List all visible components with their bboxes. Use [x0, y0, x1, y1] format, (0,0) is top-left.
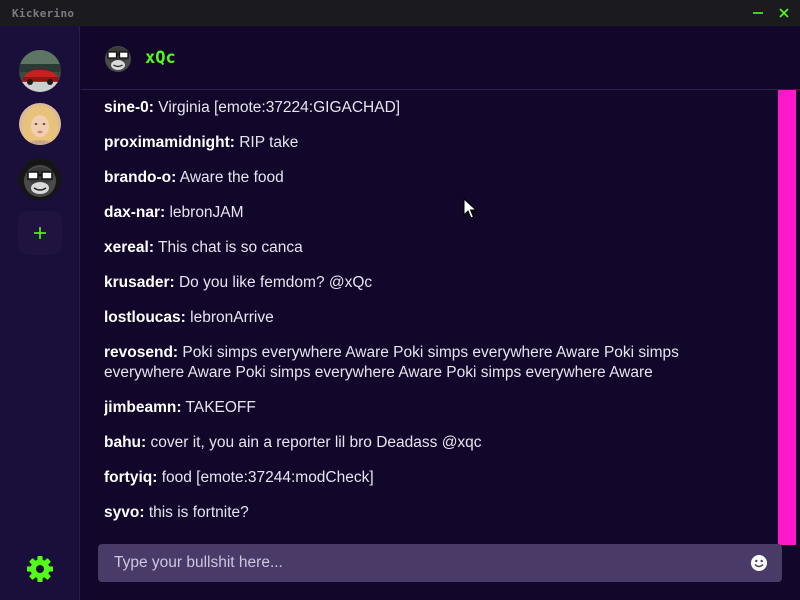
- chat-text: Poki simps everywhere Aware Poki simps e…: [104, 344, 679, 381]
- chat-text: Do you like femdom? @xQc: [178, 274, 373, 291]
- minimize-icon[interactable]: [752, 7, 764, 19]
- channel-header: xQc: [81, 26, 800, 90]
- app-title: Kickerino: [12, 6, 75, 20]
- chat-message: syvo: this is fortnite?: [104, 503, 749, 523]
- chat-text: this is fortnite?: [148, 503, 249, 521]
- chat-text: food [emote:37244:modCheck]: [161, 468, 374, 486]
- sidebar-channel-avatar-2[interactable]: [19, 103, 61, 145]
- chat-username[interactable]: sine-0:: [104, 99, 154, 116]
- chat-scrollbar-thumb[interactable]: [778, 90, 796, 545]
- chat-text: cover it, you ain a reporter lil bro Dea…: [150, 433, 482, 451]
- chat-message: proximamidnight: RIP take: [104, 133, 749, 153]
- car-photo-avatar: [19, 50, 61, 92]
- chat-message: fortyiq: food [emote:37244:modCheck]: [104, 468, 749, 488]
- plus-icon: [34, 227, 46, 239]
- chat-text: RIP take: [239, 134, 299, 151]
- add-channel-button[interactable]: [18, 211, 62, 255]
- chat-username[interactable]: dax-nar:: [104, 204, 165, 221]
- chat-message: brando-o: Aware the food: [104, 168, 749, 188]
- chat-message: lostloucas: lebronArrive: [104, 308, 749, 328]
- chat-scrollbar-track[interactable]: [778, 90, 796, 545]
- chat-message: krusader: Do you like femdom? @xQc: [104, 273, 749, 293]
- chat-message: bahu: cover it, you ain a reporter lil b…: [104, 433, 749, 453]
- chat-text: This chat is so canca: [158, 239, 303, 256]
- chat-message: revosend: Poki simps everywhere Aware Po…: [104, 343, 749, 382]
- chat-username[interactable]: bahu:: [104, 434, 146, 451]
- title-bar: Kickerino: [0, 0, 800, 26]
- gear-icon[interactable]: [26, 555, 54, 583]
- chat-username[interactable]: krusader:: [104, 274, 175, 291]
- person-photo-avatar: [19, 103, 61, 145]
- main-panel: xQc sine-0: Virginia [emote:37224:GIGACH…: [81, 26, 800, 600]
- gorilla-glasses-icon: [105, 45, 131, 72]
- close-icon[interactable]: [778, 7, 790, 19]
- chat-username[interactable]: revosend:: [104, 344, 178, 361]
- chat-username[interactable]: proximamidnight:: [104, 134, 235, 151]
- mouse-cursor-icon: [463, 198, 477, 219]
- chat-username[interactable]: jimbeamn:: [104, 399, 182, 416]
- smiley-icon[interactable]: [750, 554, 768, 572]
- chat-username[interactable]: syvo:: [104, 504, 145, 521]
- chat-messages: sine-0: Virginia [emote:37224:GIGACHAD] p…: [104, 98, 749, 538]
- chat-username[interactable]: xereal:: [104, 239, 154, 256]
- chat-text: Aware the food: [179, 169, 284, 186]
- chat-text: lebronJAM: [169, 204, 244, 221]
- sidebar-channel-avatar-1[interactable]: [19, 50, 61, 92]
- chat-message: jimbeamn: TAKEOFF: [104, 398, 749, 418]
- sidebar: [0, 26, 80, 600]
- chat-username[interactable]: fortyiq:: [104, 469, 157, 486]
- chat-message: xereal: This chat is so canca: [104, 238, 749, 258]
- window-controls: [752, 7, 790, 19]
- chat-text: lebronArrive: [190, 309, 274, 326]
- chat-input[interactable]: [114, 554, 750, 572]
- chat-text: TAKEOFF: [185, 398, 256, 416]
- chat-username[interactable]: brando-o:: [104, 169, 176, 186]
- chat-input-bar: [98, 544, 782, 582]
- chat-text: Virginia [emote:37224:GIGACHAD]: [158, 99, 401, 116]
- gorilla-glasses-icon: [19, 158, 61, 200]
- sidebar-channel-avatar-xqc[interactable]: [19, 158, 61, 200]
- chat-message: dax-nar: lebronJAM: [104, 203, 749, 223]
- chat-username[interactable]: lostloucas:: [104, 309, 186, 326]
- chat-message: sine-0: Virginia [emote:37224:GIGACHAD]: [104, 98, 749, 118]
- channel-name: xQc: [145, 47, 176, 68]
